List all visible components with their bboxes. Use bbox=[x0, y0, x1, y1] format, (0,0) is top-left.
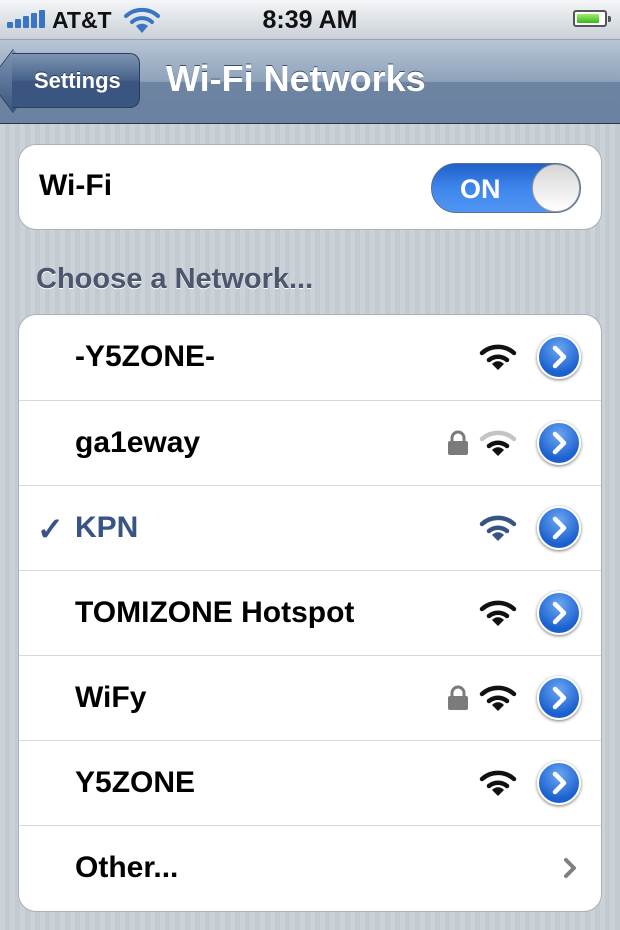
chevron-right-icon bbox=[552, 771, 567, 795]
network-row[interactable]: WiFy bbox=[19, 655, 601, 740]
network-row[interactable]: TOMIZONE Hotspot bbox=[19, 570, 601, 655]
navigation-bar: Settings Wi-Fi Networks bbox=[0, 40, 620, 124]
network-detail-button[interactable] bbox=[537, 506, 581, 550]
network-detail-button[interactable] bbox=[537, 591, 581, 635]
network-name: TOMIZONE Hotspot bbox=[75, 596, 355, 629]
network-row[interactable]: ✓ KPN bbox=[19, 485, 601, 570]
checkmark-icon: ✓ bbox=[37, 511, 64, 547]
toggle-state-label: ON bbox=[460, 174, 501, 204]
wifi-signal-icon bbox=[479, 770, 517, 796]
network-row[interactable]: -Y5ZONE- bbox=[19, 315, 601, 400]
wifi-toggle-group: Wi-Fi ON bbox=[18, 144, 602, 230]
settings-back-button[interactable]: Settings bbox=[12, 53, 140, 108]
wifi-signal-icon bbox=[479, 344, 517, 370]
network-row[interactable]: ga1eway bbox=[19, 400, 601, 485]
lock-icon bbox=[448, 430, 468, 455]
wifi-signal-icon bbox=[479, 600, 517, 626]
chevron-right-icon bbox=[552, 516, 567, 540]
disclosure-chevron-icon bbox=[564, 858, 576, 878]
other-network-label: Other... bbox=[75, 851, 179, 884]
wifi-signal-icon bbox=[479, 515, 517, 541]
network-detail-button[interactable] bbox=[537, 761, 581, 805]
page-title: Wi-Fi Networks bbox=[166, 58, 426, 99]
wifi-toggle-switch[interactable]: ON bbox=[431, 163, 581, 213]
network-name: ga1eway bbox=[75, 426, 201, 459]
choose-network-header: Choose a Network... bbox=[36, 263, 314, 295]
wifi-label: Wi-Fi bbox=[39, 169, 113, 202]
chevron-right-icon bbox=[552, 431, 567, 455]
network-row[interactable]: Y5ZONE bbox=[19, 740, 601, 825]
back-button-label: Settings bbox=[34, 67, 121, 93]
other-network-row[interactable]: Other... bbox=[19, 825, 601, 910]
chevron-right-icon bbox=[552, 601, 567, 625]
network-name: Y5ZONE bbox=[75, 766, 196, 799]
status-bar: AT&T 8:39 AM bbox=[0, 0, 620, 40]
network-detail-button[interactable] bbox=[537, 676, 581, 720]
network-detail-button[interactable] bbox=[537, 335, 581, 379]
chevron-right-icon bbox=[552, 686, 567, 710]
chevron-right-icon bbox=[552, 345, 567, 369]
status-time: 8:39 AM bbox=[262, 6, 358, 34]
network-detail-button[interactable] bbox=[537, 421, 581, 465]
network-name: KPN bbox=[75, 511, 139, 544]
network-name: -Y5ZONE- bbox=[75, 340, 216, 373]
toggle-knob[interactable] bbox=[532, 164, 580, 212]
lock-icon bbox=[448, 685, 468, 710]
network-list: -Y5ZONE-ga1eway ✓ KPN TOMIZONE Hotspot WiFy Y… bbox=[18, 314, 602, 912]
wifi-signal-icon bbox=[479, 685, 517, 711]
battery-icon bbox=[573, 10, 611, 27]
network-name: WiFy bbox=[75, 681, 147, 714]
wifi-signal-icon bbox=[479, 430, 517, 456]
